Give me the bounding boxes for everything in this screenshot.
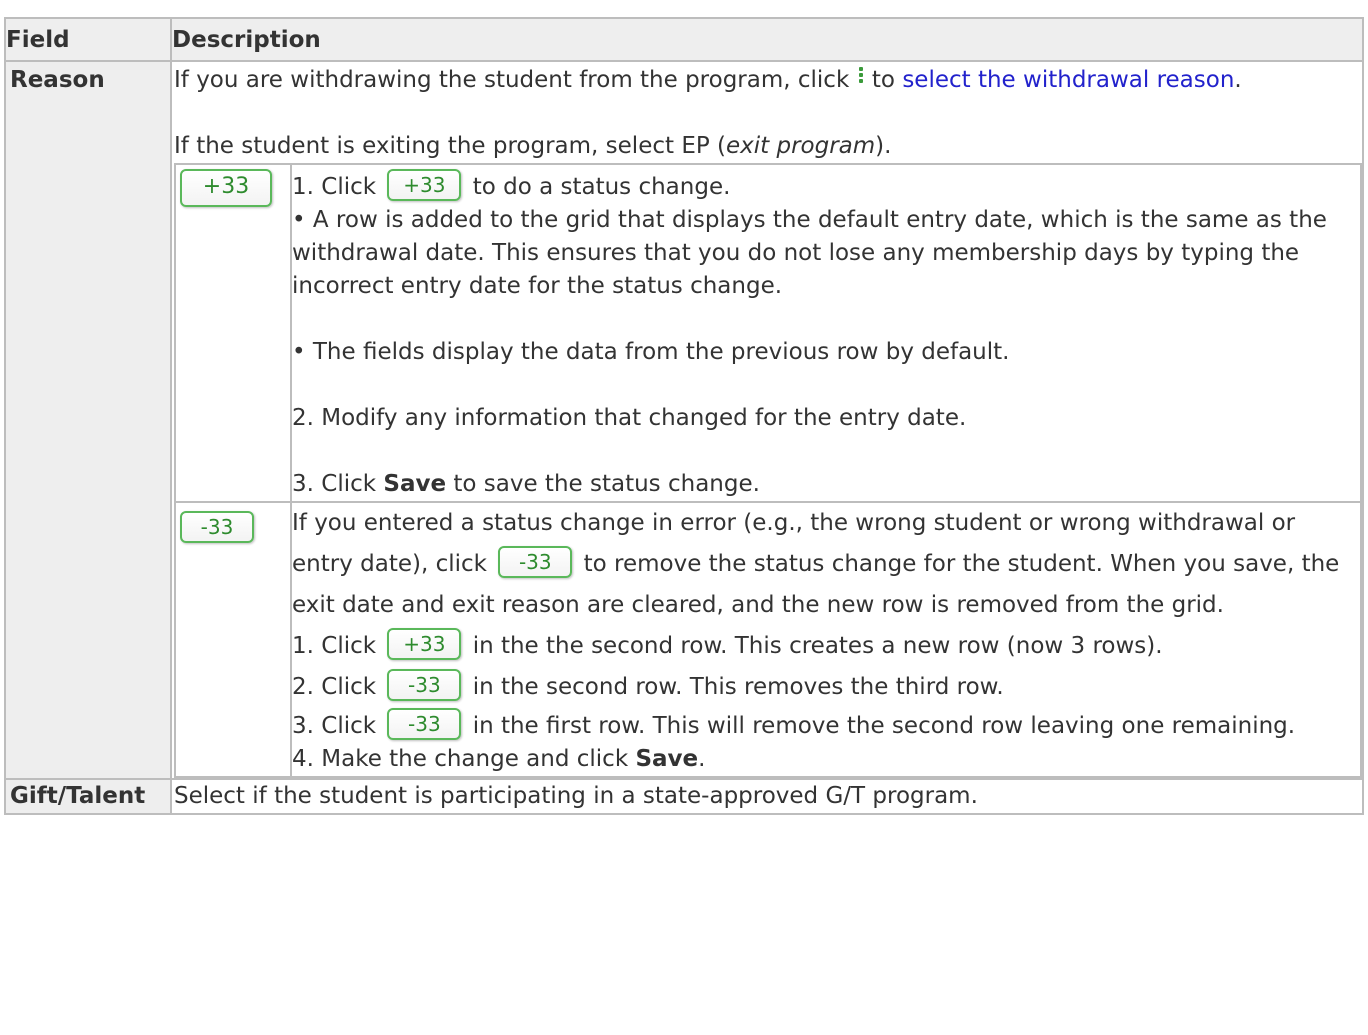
add-row-button-inline[interactable]: +33 [387,628,462,660]
add-bullet2: • The fields display the data from the p… [292,339,1010,365]
reason-intro-after: . [1234,67,1242,93]
add-step1-before: 1. Click [292,174,377,200]
add-row-button[interactable]: +33 [180,169,272,207]
remove-step4-after: . [698,746,706,772]
reason-exit: If the student is exiting the program, s… [174,130,1362,163]
withdrawal-reason-link[interactable]: select the withdrawal reason [902,67,1234,93]
button-instructions-table: +33 1. Click +33 to do a status change. … [174,163,1362,778]
remove-step1-before: 1. Click [292,633,377,659]
add-step3-before: 3. Click [292,471,377,497]
field-gift-talent: Gift/Talent [4,778,172,815]
remove-button-cell: -33 [174,501,292,778]
field-reason-label: Reason [10,67,105,93]
reason-intro-before: If you are withdrawing the student from … [174,67,850,93]
field-gift-talent-label: Gift/Talent [10,783,146,809]
remove-step1: 1. Click +33 in the the second row. This… [292,626,1360,667]
add-bullet1: • A row is added to the grid that displa… [292,207,1327,299]
remove-step4-before: 4. Make the change and click [292,746,629,772]
field-description-table: Field Description Reason If you are with… [4,17,1364,815]
reason-exit-after: ). [875,133,892,159]
description-reason: If you are withdrawing the student from … [170,60,1364,780]
remove-step1-after: in the the second row. This creates a ne… [472,633,1163,659]
remove-step3: 3. Click -33 in the first row. This will… [292,708,1360,743]
remove-step4-bold: Save [635,746,699,772]
remove-step3-before: 3. Click [292,713,377,739]
reason-exit-before: If the student is exiting the program, s… [174,133,726,159]
remove-row-button[interactable]: -33 [180,511,254,543]
remove-step2-after: in the second row. This removes the thir… [472,674,1004,700]
add-button-cell: +33 [174,163,292,503]
remove-step2-before: 2. Click [292,674,377,700]
header-field: Field [4,17,172,62]
header-description: Description [170,17,1364,62]
add-step3: 3. Click Save to save the status change. [292,468,1360,501]
reason-intro-mid: to [871,67,895,93]
add-instructions: 1. Click +33 to do a status change. • A … [290,163,1362,503]
remove-row: -33 If you entered a status change in er… [174,501,1362,778]
table-row-gift-talent: Gift/Talent Select if the student is par… [4,778,1364,815]
kebab-menu-icon [857,65,865,85]
add-row: +33 1. Click +33 to do a status change. … [174,163,1362,503]
remove-row-button-inline[interactable]: -33 [387,669,462,701]
reason-exit-italic: exit program [726,133,876,159]
add-step1: 1. Click +33 to do a status change. [292,165,1360,204]
remove-row-button-inline[interactable]: -33 [498,546,573,578]
add-step1-after: to do a status change. [472,174,731,200]
field-reason: Reason [4,60,172,780]
remove-step2: 2. Click -33 in the second row. This rem… [292,667,1360,708]
remove-para: If you entered a status change in error … [292,503,1360,626]
description-gift-talent: Select if the student is participating i… [170,778,1364,815]
add-step3-bold: Save [383,471,447,497]
add-step3-after: to save the status change. [453,471,760,497]
remove-instructions: If you entered a status change in error … [290,501,1362,778]
gift-talent-description: Select if the student is participating i… [174,783,978,809]
remove-step4: 4. Make the change and click Save. [292,743,1360,776]
remove-row-button-inline[interactable]: -33 [387,708,462,740]
remove-step3-after: in the first row. This will remove the s… [472,713,1296,739]
reason-intro: If you are withdrawing the student from … [174,62,1362,97]
add-step2: 2. Modify any information that changed f… [292,405,967,431]
table-row-reason: Reason If you are withdrawing the studen… [4,60,1364,780]
header-row: Field Description [4,17,1364,62]
add-row-button-inline[interactable]: +33 [387,169,462,201]
